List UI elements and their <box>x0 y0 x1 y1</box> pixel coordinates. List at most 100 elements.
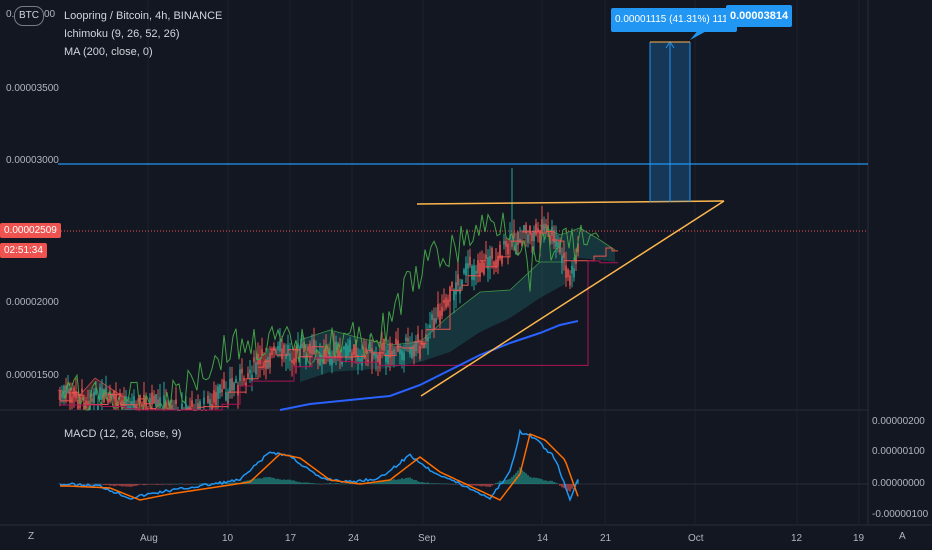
symbol-badge[interactable]: BTC <box>14 6 44 26</box>
candle-body <box>399 348 401 355</box>
histogram-bar <box>137 484 139 486</box>
a-icon[interactable]: A <box>899 531 906 542</box>
candle-body <box>379 352 381 366</box>
histogram-bar <box>91 484 93 485</box>
candle-body <box>249 369 251 374</box>
candle-body <box>235 379 237 384</box>
candle-body <box>155 394 157 407</box>
candle-body <box>295 348 297 363</box>
candle-body <box>543 223 545 231</box>
histogram-bar <box>441 483 443 485</box>
histogram-bar <box>447 483 449 485</box>
candle-body <box>93 391 95 404</box>
histogram-bar <box>199 483 201 484</box>
histogram-bar <box>201 483 203 484</box>
candle-body <box>291 359 293 363</box>
candle-body <box>317 358 319 364</box>
candle-body <box>375 353 377 358</box>
ma-legend[interactable]: MA (200, close, 0) <box>64 46 153 58</box>
histogram-bar <box>281 479 283 484</box>
histogram-bar <box>377 482 379 484</box>
histogram-bar <box>263 477 265 484</box>
candle-body <box>347 345 349 356</box>
candle-body <box>571 265 573 274</box>
candle-body <box>223 379 225 389</box>
histogram-bar <box>195 483 197 485</box>
histogram-bar <box>507 479 509 484</box>
candle-body <box>77 400 79 409</box>
candle-body <box>553 230 555 243</box>
candle-body <box>387 350 389 364</box>
histogram-bar <box>419 482 421 484</box>
histogram-bar <box>123 484 125 487</box>
measure-label[interactable]: 0.00001115 (41.31%) 1115 <box>611 8 738 32</box>
candle-body <box>293 358 295 365</box>
histogram-bar <box>451 484 453 485</box>
countdown-badge: 02:51:34 <box>0 243 47 258</box>
chart-canvas[interactable]: 0.0 00 0.00003500 0.00003000 0.00002000 … <box>0 0 932 550</box>
histogram-bar <box>115 484 117 486</box>
price-axis-label: 0.00002000 <box>6 297 59 308</box>
price-axis-label-top-suffix: 00 <box>44 9 56 20</box>
histogram-bar <box>163 484 165 485</box>
price-axis-label: 0.00003000 <box>6 155 59 166</box>
candle-body <box>267 356 269 369</box>
candle-body <box>385 353 387 362</box>
candle-body <box>447 299 449 306</box>
histogram-bar <box>99 483 101 485</box>
histogram-bar <box>273 477 275 484</box>
candle-body <box>475 270 477 274</box>
candle-body <box>417 333 419 342</box>
histogram-bar <box>179 483 181 485</box>
histogram-bar <box>433 483 435 484</box>
candle-body <box>443 299 445 304</box>
histogram-bar <box>541 479 543 484</box>
macd-legend[interactable]: MACD (12, 26, close, 9) <box>64 428 181 440</box>
histogram-bar <box>301 482 303 484</box>
histogram-bar <box>145 484 147 485</box>
histogram-bar <box>523 471 525 484</box>
candle-body <box>61 393 63 398</box>
candle-body <box>251 374 253 382</box>
candle-body <box>525 224 527 234</box>
histogram-bar <box>457 483 459 485</box>
histogram-bar <box>537 478 539 484</box>
histogram-bar <box>531 477 533 484</box>
candle-body <box>477 259 479 274</box>
histogram-bar <box>423 482 425 484</box>
ichimoku-legend[interactable]: Ichimoku (9, 26, 52, 26) <box>64 28 180 40</box>
candle-body <box>153 395 155 404</box>
histogram-bar <box>399 479 401 484</box>
histogram-bar <box>109 484 111 486</box>
macd-axis-label: 0.00000200 <box>872 416 925 427</box>
histogram-bar <box>227 482 229 484</box>
histogram-bar <box>455 484 457 485</box>
candle-body <box>199 401 201 410</box>
candle-body <box>343 346 345 350</box>
candle-body <box>535 223 537 235</box>
histogram-bar <box>477 484 479 486</box>
histogram-bar <box>101 484 103 485</box>
candle-body <box>281 348 283 360</box>
histogram-bar <box>317 483 319 485</box>
histogram-bar <box>551 480 553 484</box>
candle-body <box>381 343 383 350</box>
histogram-bar <box>549 480 551 484</box>
histogram-bar <box>343 483 345 485</box>
candle-body <box>159 397 161 408</box>
histogram-bar <box>95 483 97 485</box>
candle-body <box>67 388 69 393</box>
histogram-bar <box>259 478 261 484</box>
histogram-bar <box>395 479 397 484</box>
histogram-bar <box>151 484 153 485</box>
histogram-bar <box>183 484 185 485</box>
time-axis-label: Aug <box>140 533 158 544</box>
candle-body <box>357 354 359 361</box>
histogram-bar <box>417 481 419 484</box>
candle-body <box>371 348 373 363</box>
histogram-bar <box>313 483 315 484</box>
z-icon[interactable]: Z <box>28 531 34 542</box>
histogram-bar <box>117 484 119 486</box>
histogram-bar <box>315 483 317 485</box>
candle-body <box>219 384 221 394</box>
